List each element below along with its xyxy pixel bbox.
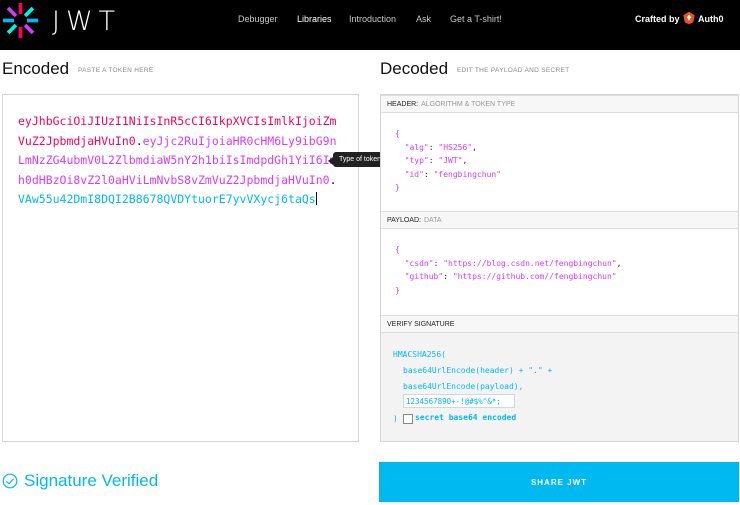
brace-open: { — [395, 129, 400, 138]
payload-label: PAYLOAD: — [387, 217, 421, 224]
verify-section-title: VERIFY SIGNATURE — [381, 315, 738, 333]
encoded-token-editor[interactable]: eyJhbGciOiJIUzI1NiIsInR5cCI6IkpXVCIsImlk… — [2, 94, 359, 442]
payload-sublabel: DATA — [423, 217, 442, 224]
decoded-subtitle: EDIT THE PAYLOAD AND SECRET — [457, 67, 570, 74]
token-signature-part: VAw55u42DmI8DQI2B8678QVDYtuorE7yvVXycj6t… — [18, 192, 316, 206]
jwt-logo-icon[interactable] — [2, 2, 39, 39]
header-section-title: HEADER: ALGORITHM & TOKEN TYPE — [381, 95, 738, 113]
token-text[interactable]: eyJhbGciOiJIUzI1NiIsInR5cCI6IkpXVCIsImlk… — [18, 112, 338, 210]
nav-link-ask[interactable]: Ask — [416, 14, 431, 24]
signature-verified-text: Signature Verified — [24, 471, 159, 490]
nav-link-debugger[interactable]: Debugger — [238, 14, 278, 24]
nav-link-tshirt[interactable]: Get a T-shirt! — [450, 14, 502, 24]
text-caret — [315, 192, 317, 205]
nav-link-introduction[interactable]: Introduction — [349, 14, 396, 24]
top-navbar: JWT Debugger Libraries Introduction Ask … — [0, 0, 740, 50]
json-key: "alg" — [404, 142, 429, 152]
json-value: "JWT" — [438, 156, 463, 165]
secret-base64-checkbox[interactable] — [403, 414, 413, 424]
type-of-token-tooltip: Type of token — [327, 152, 388, 167]
nav-link-libraries[interactable]: Libraries — [297, 14, 332, 24]
json-value: "https://github.com//fengbingchun" — [452, 272, 617, 281]
json-key: "github" — [404, 272, 444, 281]
jwt-wordmark[interactable]: JWT — [52, 6, 121, 37]
json-key: "id" — [404, 169, 424, 179]
encoded-subtitle: PASTE A TOKEN HERE — [78, 67, 154, 74]
verify-line-header: base64UrlEncode(header) + "." + — [403, 366, 553, 375]
close-paren: ) — [393, 414, 398, 423]
secret-base64-label[interactable]: secret base64 encoded — [415, 413, 516, 422]
token-separator: . — [135, 133, 143, 148]
json-key: "csdn" — [404, 258, 434, 268]
crafted-by-label: Crafted by — [635, 14, 680, 24]
token-separator: . — [329, 172, 337, 187]
header-sublabel: ALGORITHM & TOKEN TYPE — [421, 101, 516, 108]
encoded-title: Encoded — [2, 59, 70, 78]
brace-open: { — [395, 245, 400, 254]
brace-close: } — [395, 183, 400, 192]
header-label: HEADER: — [387, 101, 419, 108]
json-value: "HS256" — [438, 142, 473, 152]
decoded-title: Decoded — [380, 59, 449, 78]
hmac-function-label: HMACSHA256( — [393, 350, 446, 359]
payload-json-editor[interactable]: { "csdn": "https://blog.csdn.net/fengbin… — [395, 243, 621, 297]
json-value: "https://blog.csdn.net/fengbingchun" — [443, 258, 617, 268]
verify-line-payload: base64UrlEncode(payload), — [403, 382, 524, 391]
decoded-panel: HEADER: ALGORITHM & TOKEN TYPE { "alg": … — [380, 94, 739, 442]
auth0-brand-link[interactable]: Auth0 — [698, 14, 724, 24]
json-key: "typ" — [404, 156, 429, 165]
check-circle-icon — [2, 473, 18, 489]
json-value: "fengbingchun" — [433, 169, 502, 179]
auth0-shield-icon[interactable] — [682, 11, 696, 25]
secret-input[interactable] — [403, 394, 515, 408]
brace-close: } — [395, 285, 400, 295]
verify-signature-area: HMACSHA256( base64UrlEncode(header) + ".… — [381, 333, 738, 441]
payload-section-title: PAYLOAD: DATA — [381, 211, 738, 229]
share-jwt-button[interactable]: SHARE JWT — [379, 462, 739, 502]
header-json-editor[interactable]: { "alg": "HS256", "typ": "JWT", "id": "f… — [395, 127, 501, 195]
